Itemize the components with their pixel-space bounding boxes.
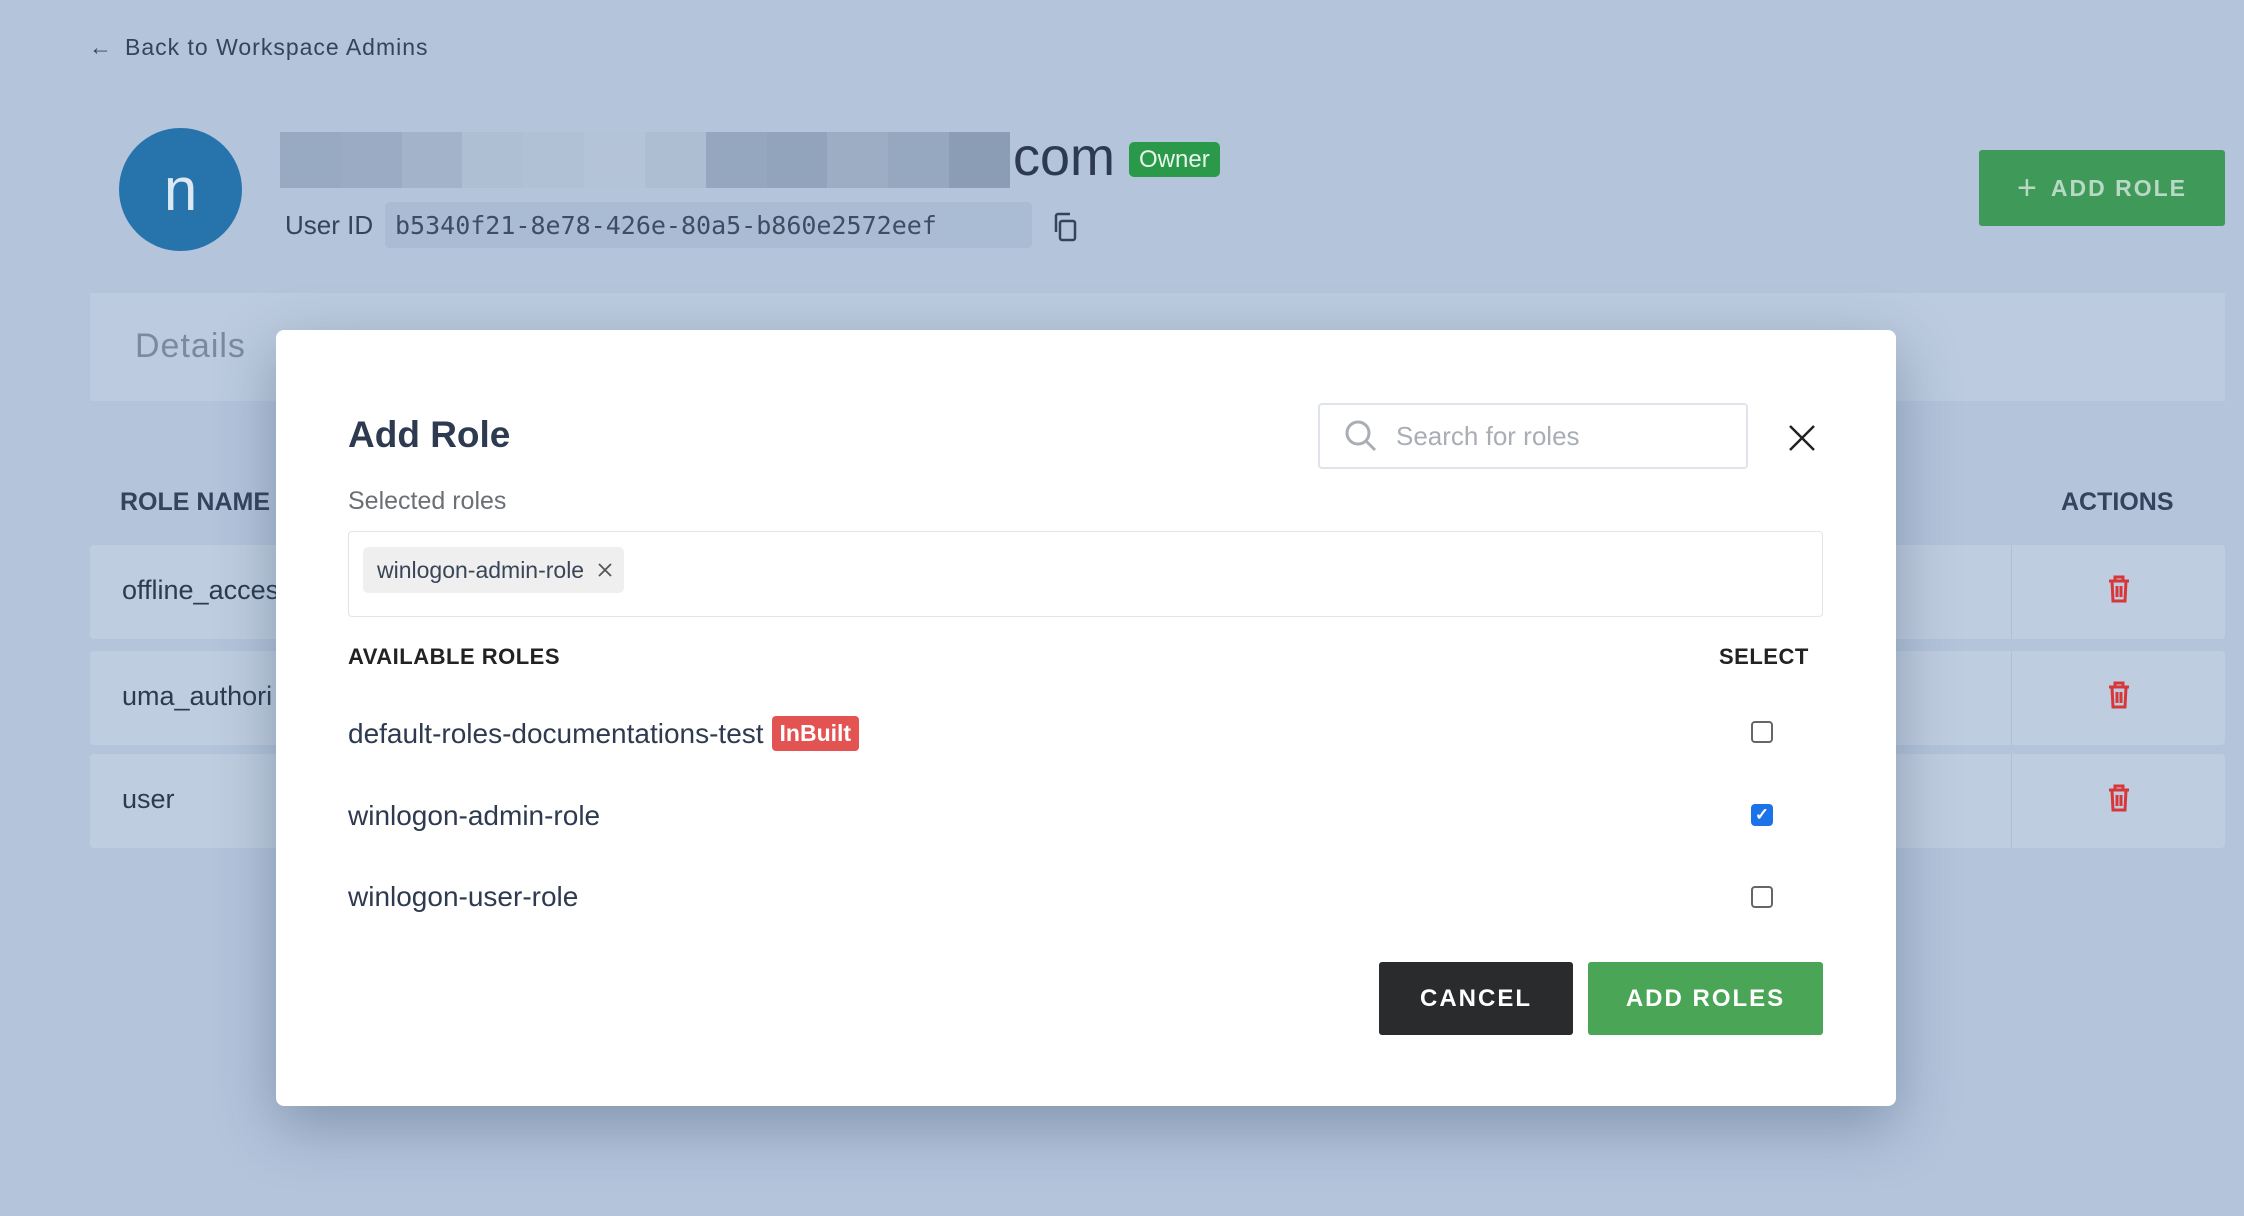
plus-icon: + bbox=[2017, 168, 2039, 207]
close-icon[interactable] bbox=[1788, 424, 1816, 452]
role-option: winlogon-admin-role bbox=[348, 800, 601, 831]
role-checkbox[interactable] bbox=[1751, 721, 1773, 743]
add-role-button[interactable]: + ADD ROLE bbox=[1979, 150, 2225, 226]
owner-badge: Owner bbox=[1129, 142, 1220, 177]
selected-role-chip: winlogon-admin-role bbox=[363, 547, 625, 593]
check-icon: ✓ bbox=[1754, 805, 1770, 824]
role-option: default-roles-documentations-test InBuil… bbox=[348, 716, 860, 751]
role-name: user bbox=[122, 784, 175, 814]
user-id-label: User ID bbox=[285, 210, 374, 240]
trash-icon[interactable] bbox=[2107, 575, 2131, 603]
user-id-value: b5340f21-8e78-426e-80a5-b860e2572eef bbox=[385, 202, 1032, 248]
role-name-header: ROLE NAME bbox=[120, 488, 270, 516]
trash-icon[interactable] bbox=[2107, 784, 2131, 812]
inbuilt-badge: InBuilt bbox=[771, 716, 860, 751]
selected-roles-box: winlogon-admin-role bbox=[348, 531, 1823, 617]
role-checkbox[interactable]: ✓ bbox=[1751, 804, 1773, 826]
search-input[interactable] bbox=[1396, 420, 1726, 452]
remove-chip-icon[interactable] bbox=[598, 563, 612, 577]
add-roles-button[interactable]: ADD ROLES bbox=[1588, 962, 1823, 1035]
actions-header: ACTIONS bbox=[2061, 488, 2174, 516]
cancel-button[interactable]: CANCEL bbox=[1379, 962, 1573, 1035]
arrow-left-icon: ← bbox=[89, 34, 113, 60]
modal-title: Add Role bbox=[348, 414, 511, 455]
trash-icon[interactable] bbox=[2107, 681, 2131, 709]
search-icon bbox=[1345, 420, 1377, 452]
select-header: SELECT bbox=[1719, 644, 1809, 669]
selected-roles-label: Selected roles bbox=[348, 487, 507, 515]
back-link[interactable]: ← Back to Workspace Admins bbox=[89, 34, 429, 61]
redacted-email bbox=[280, 132, 1010, 188]
add-role-modal: Add Role Selected roles winlogon-admin-r… bbox=[276, 330, 1896, 1106]
available-roles-header: AVAILABLE ROLES bbox=[348, 644, 561, 669]
role-checkbox[interactable] bbox=[1751, 886, 1773, 908]
email-suffix: com bbox=[1013, 127, 1116, 187]
search-field[interactable] bbox=[1318, 403, 1748, 469]
role-name: uma_authori bbox=[122, 681, 273, 711]
role-option: winlogon-user-role bbox=[348, 881, 579, 912]
avatar: n bbox=[119, 128, 242, 251]
copy-icon[interactable] bbox=[1050, 210, 1080, 244]
role-name: offline_acces bbox=[122, 575, 280, 605]
